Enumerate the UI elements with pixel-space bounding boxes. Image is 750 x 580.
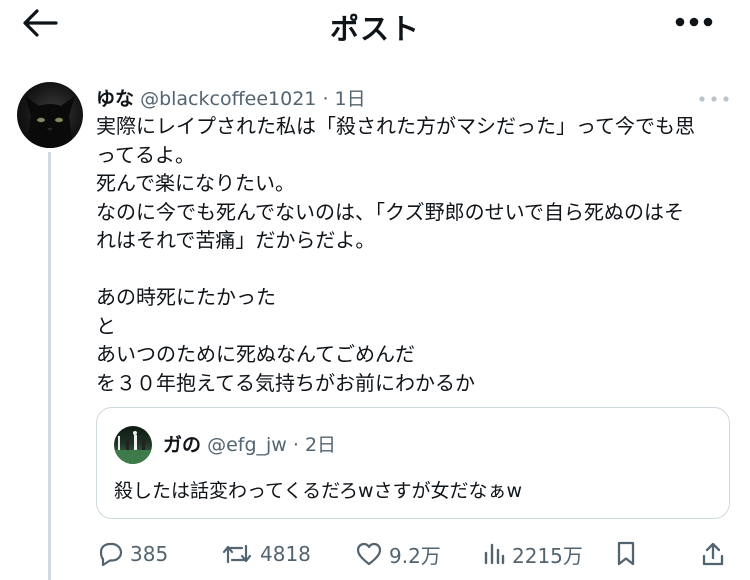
repost-count: 4818 <box>260 542 311 566</box>
stadium-avatar-image <box>114 431 152 464</box>
quote-author-name: ガの <box>163 434 202 456</box>
quote-time: 2日 <box>304 434 337 456</box>
post-more-button[interactable] <box>696 90 732 102</box>
more-horizontal-icon <box>699 96 729 102</box>
quote-author-handle: @efg_jw <box>207 434 287 456</box>
post-time[interactable]: 1日 <box>335 88 366 110</box>
repost-button[interactable]: 4818 <box>220 537 311 571</box>
quote-author-avatar <box>114 426 152 464</box>
top-bar: ポスト <box>0 0 750 48</box>
post-text-line: と <box>96 313 116 338</box>
black-cat-avatar-image <box>25 96 75 148</box>
reply-count: 385 <box>130 542 169 566</box>
quoted-post-card[interactable]: ガの @efg_jw · 2日 殺したは話変わってくるだろwさすが女だなぁw <box>96 407 730 519</box>
post-text-line: あの時死にたかった <box>96 284 276 309</box>
heart-icon <box>356 542 382 566</box>
post-author-row: ゆな @blackcoffee1021 · 1日 <box>96 84 366 112</box>
post-text-line: なのに今でも死んでないのは、「クズ野郎のせいで自ら死ぬのはそ <box>96 199 684 224</box>
like-count: 9.2万 <box>389 543 441 568</box>
author-avatar[interactable] <box>17 82 83 148</box>
post-text-line: 実際にレイプされた私は「殺された方がマシだった」って今でも思 <box>96 114 695 138</box>
share-button[interactable] <box>700 537 726 571</box>
separator-dot: · <box>292 434 299 456</box>
quote-author-row: ガの @efg_jw · 2日 <box>163 430 336 457</box>
views-chart-icon <box>484 543 505 565</box>
more-options-button[interactable] <box>670 12 720 32</box>
post-text-line: を３０年抱えてる気持ちがお前にわかるか <box>96 370 475 395</box>
author-handle[interactable]: @blackcoffee1021 <box>140 88 316 110</box>
views-count: 2215万 <box>512 543 583 568</box>
post-text-line: れはそれで苦痛」だからだよ。 <box>96 228 376 253</box>
thread-line <box>48 152 51 580</box>
post-text-line: 死んで楽になりたい。 <box>96 171 295 196</box>
bookmark-icon <box>617 541 635 566</box>
share-icon <box>702 542 724 566</box>
like-button[interactable]: 9.2万 <box>355 537 441 571</box>
quote-text: 殺したは話変わってくるだろwさすが女だなぁw <box>114 480 523 502</box>
post-text-line: ってるよ。 <box>96 142 195 167</box>
repost-icon <box>222 544 252 564</box>
bookmark-button[interactable] <box>614 537 638 571</box>
post-text-blank-line <box>96 255 736 283</box>
action-bar: 385 4818 9.2万 2215万 <box>96 537 736 571</box>
reply-button[interactable]: 385 <box>96 537 168 571</box>
views-button[interactable]: 2215万 <box>482 537 583 571</box>
page-title: ポスト <box>329 12 420 46</box>
more-horizontal-icon <box>675 17 713 27</box>
author-name[interactable]: ゆな <box>96 88 134 110</box>
reply-bubble-icon <box>99 542 123 567</box>
post-text-line: あいつのために死ぬなんてごめんだ <box>96 342 415 367</box>
post-text: 実際にレイプされた私は「殺された方がマシだった」って今でも思 ってるよ。 死んで… <box>96 112 736 397</box>
separator-dot: · <box>322 88 329 110</box>
